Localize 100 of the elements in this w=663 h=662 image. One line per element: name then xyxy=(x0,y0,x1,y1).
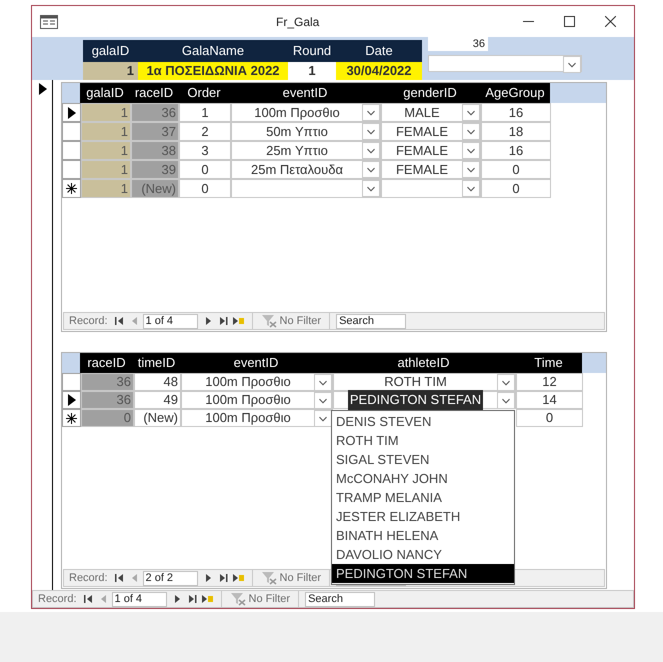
caret-icon[interactable] xyxy=(497,374,515,390)
gender-combo[interactable]: MALE xyxy=(381,103,481,122)
combo-value: ROTH TIM xyxy=(383,373,448,392)
event-combo[interactable]: 25m Πεταλουδα xyxy=(231,160,381,179)
gender-combo[interactable]: FEMALE xyxy=(381,160,481,179)
first-record-icon[interactable] xyxy=(82,593,94,605)
field-label: Round xyxy=(292,42,332,60)
table-cell: 0 xyxy=(481,160,551,179)
caret-icon[interactable] xyxy=(362,180,380,197)
caret-icon[interactable] xyxy=(462,104,480,121)
column-header: timeID xyxy=(133,353,180,373)
no-filter-button[interactable]: No Filter xyxy=(280,312,322,330)
column-header: Time xyxy=(515,353,582,373)
round-field[interactable]: 1 xyxy=(288,62,336,80)
window-title: Fr_Gala xyxy=(276,14,320,30)
table-cell: 2 xyxy=(179,122,231,141)
column-header: Order xyxy=(178,83,230,103)
maximize-icon[interactable] xyxy=(564,16,575,27)
event-combo[interactable]: 100m Προσθιο xyxy=(181,391,333,409)
field-label: GalaName xyxy=(180,42,246,60)
event-combo[interactable]: 100m Προσθιο xyxy=(181,409,333,427)
dropdown-option[interactable]: DAVOLIO NANCY xyxy=(332,545,514,564)
table-cell: 0 xyxy=(179,179,231,198)
combo-value: MALE xyxy=(403,104,441,122)
event-combo[interactable]: 100m Προσθιο xyxy=(181,373,333,391)
caret-icon[interactable] xyxy=(497,392,515,408)
search-field[interactable]: Search xyxy=(336,314,406,328)
search-field[interactable]: Search xyxy=(305,592,376,606)
current-record-icon xyxy=(39,83,47,95)
record-selector[interactable] xyxy=(62,391,81,409)
record-position-field[interactable]: 1 of 4 xyxy=(112,592,167,606)
gala-id-field[interactable]: 1 xyxy=(83,62,138,80)
column-header: AgeGroup xyxy=(480,83,550,103)
table-cell: 36 xyxy=(131,103,179,122)
record-selector[interactable] xyxy=(62,409,81,427)
combo-value: 25m Πεταλουδα xyxy=(250,160,344,179)
table-cell: 12 xyxy=(516,373,583,391)
athlete-combo[interactable]: PEDINGTON STEFAN xyxy=(333,391,516,409)
first-record-icon[interactable] xyxy=(114,572,125,584)
table-cell: 1 xyxy=(81,122,131,141)
caret-icon[interactable] xyxy=(362,161,380,178)
gala-name-field[interactable]: 1α ΠΟΣΕΙΔΩΝΙΑ 2022 xyxy=(138,62,288,80)
gender-combo[interactable]: FEMALE xyxy=(381,141,481,160)
last-record-icon[interactable] xyxy=(218,315,229,327)
event-combo[interactable]: 100m Προσθιο xyxy=(231,103,381,122)
table-cell: 1 xyxy=(81,179,131,198)
last-record-icon[interactable] xyxy=(186,593,198,605)
caret-icon[interactable] xyxy=(314,392,332,408)
caret-icon[interactable] xyxy=(362,123,380,140)
caret-icon[interactable] xyxy=(563,56,581,73)
caret-icon[interactable] xyxy=(462,142,480,159)
gender-combo[interactable]: FEMALE xyxy=(381,122,481,141)
table-cell: 0 xyxy=(516,409,583,427)
dropdown-option[interactable]: McCONAHY JOHN xyxy=(332,469,514,488)
column-header: galaID xyxy=(80,83,130,103)
column-header: genderID xyxy=(380,83,480,103)
dropdown-option[interactable]: TRAMP MELANIA xyxy=(332,488,514,507)
no-filter-button[interactable]: No Filter xyxy=(248,590,290,608)
caret-icon[interactable] xyxy=(362,142,380,159)
record-label: Record: xyxy=(38,592,77,607)
date-field[interactable]: 30/04/2022 xyxy=(336,62,422,80)
dropdown-option[interactable]: SIGAL STEVEN xyxy=(332,450,514,469)
combo-value: 100m Προσθιο xyxy=(204,409,292,428)
table-cell: 0 xyxy=(81,409,134,427)
caret-icon[interactable] xyxy=(314,410,332,426)
caret-icon[interactable] xyxy=(462,180,480,197)
dropdown-option[interactable]: DENIS STEVEN xyxy=(332,412,514,431)
table-cell: 37 xyxy=(131,122,179,141)
race-id-field[interactable]: 36 xyxy=(428,37,488,51)
event-combo[interactable]: 50m Υπτιο xyxy=(231,122,381,141)
table-cell: 18 xyxy=(481,122,551,141)
dropdown-option[interactable]: ROTH TIM xyxy=(332,431,514,450)
record-selector[interactable] xyxy=(62,103,81,122)
new-record-icon[interactable] xyxy=(232,572,244,584)
field-label: galaID xyxy=(90,42,130,60)
table-cell: 1 xyxy=(179,103,231,122)
table-cell: (New) xyxy=(131,179,179,198)
caret-icon[interactable] xyxy=(362,104,380,121)
current-record-icon xyxy=(68,394,76,406)
close-icon[interactable] xyxy=(605,16,616,27)
caret-icon[interactable] xyxy=(462,161,480,178)
athlete-combo[interactable]: ROTH TIM xyxy=(333,373,516,391)
dropdown-option[interactable]: JESTER ELIZABETH xyxy=(332,507,514,526)
dropdown-option[interactable]: BINATH HELENA xyxy=(332,526,514,545)
new-record-icon[interactable] xyxy=(232,315,244,327)
combo-value: 100m Προσθιο xyxy=(253,104,341,122)
first-record-icon[interactable] xyxy=(114,315,125,327)
record-label: Record: xyxy=(69,570,108,586)
last-record-icon[interactable] xyxy=(218,572,229,584)
dropdown-option[interactable]: PEDINGTON STEFAN xyxy=(332,564,514,583)
event-combo[interactable]: 25m Υπτιο xyxy=(231,141,381,160)
record-selector[interactable] xyxy=(62,179,81,198)
caret-icon[interactable] xyxy=(314,374,332,390)
record-position-field[interactable]: 2 of 2 xyxy=(142,570,198,586)
field-label: Date xyxy=(364,42,394,60)
record-position-field[interactable]: 1 of 4 xyxy=(142,314,198,328)
table-cell: 14 xyxy=(516,391,583,409)
caret-icon[interactable] xyxy=(462,123,480,140)
no-filter-button[interactable]: No Filter xyxy=(280,570,322,586)
new-record-icon[interactable] xyxy=(202,593,213,605)
